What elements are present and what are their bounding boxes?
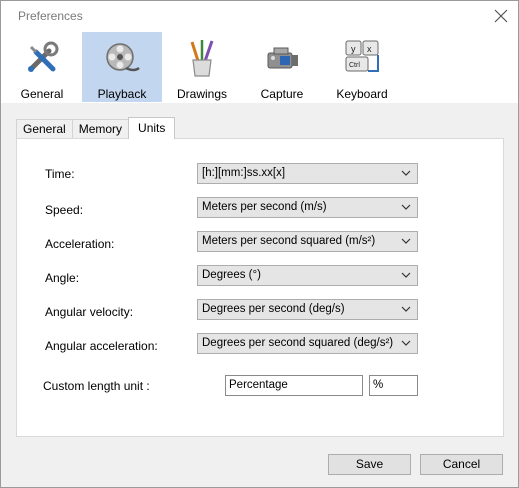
toolbar-item-capture[interactable]: Capture bbox=[242, 32, 322, 102]
preferences-toolbar: General Playback Drawings Capture y x Ct… bbox=[1, 31, 518, 103]
speed-unit-select[interactable]: Meters per second (m/s) bbox=[197, 197, 418, 218]
toolbar-label: Drawings bbox=[176, 87, 227, 101]
acceleration-label: Acceleration: bbox=[45, 237, 115, 251]
angle-label: Angle: bbox=[45, 271, 80, 285]
film-reel-icon bbox=[106, 43, 140, 72]
tab-units[interactable]: Units bbox=[128, 117, 176, 139]
brushes-icon bbox=[190, 40, 214, 77]
angular-acceleration-label: Angular acceleration: bbox=[45, 339, 158, 353]
time-format-select[interactable]: [h:][mm:]ss.xx[x] bbox=[197, 163, 418, 184]
keyboard-keys-icon: y x Ctrl bbox=[345, 40, 379, 72]
angular-velocity-unit-select[interactable]: Degrees per second (deg/s) bbox=[197, 299, 418, 320]
toolbar-label: General bbox=[20, 87, 64, 101]
chevron-down-icon bbox=[401, 204, 411, 210]
tab-memory[interactable]: Memory bbox=[71, 119, 130, 139]
chevron-down-icon bbox=[401, 340, 411, 346]
custom-length-symbol-input[interactable]: % bbox=[369, 375, 418, 396]
tools-icon bbox=[28, 41, 59, 72]
toolbar-item-drawings[interactable]: Drawings bbox=[162, 32, 242, 102]
toolbar-label: Keyboard bbox=[336, 87, 388, 101]
close-icon[interactable] bbox=[490, 5, 512, 27]
toolbar-item-keyboard[interactable]: y x Ctrl Keyboard bbox=[322, 32, 402, 102]
time-format-value: [h:][mm:]ss.xx[x] bbox=[202, 167, 286, 179]
toolbar-label: Capture bbox=[260, 87, 304, 101]
units-panel: Time: [h:][mm:]ss.xx[x] Speed: Meters pe… bbox=[16, 138, 504, 437]
chevron-down-icon bbox=[401, 272, 411, 278]
window-title: Preferences bbox=[18, 9, 83, 23]
chevron-down-icon bbox=[401, 170, 411, 176]
angular-acceleration-unit-select[interactable]: Degrees per second squared (deg/s²) bbox=[197, 333, 418, 354]
custom-length-name-input[interactable]: Percentage bbox=[225, 375, 363, 396]
speed-label: Speed: bbox=[45, 203, 84, 217]
angular-velocity-label: Angular velocity: bbox=[45, 305, 134, 319]
preferences-window: Preferences General Playback Drawings Ca… bbox=[0, 0, 519, 488]
toolbar-item-playback[interactable]: Playback bbox=[82, 32, 162, 102]
toolbar-item-general[interactable]: General bbox=[2, 32, 82, 102]
cancel-button[interactable]: Cancel bbox=[420, 454, 503, 475]
angular-acceleration-unit-value: Degrees per second squared (deg/s²) bbox=[202, 337, 394, 349]
chevron-down-icon bbox=[401, 238, 411, 244]
camera-icon bbox=[267, 47, 298, 69]
acceleration-unit-select[interactable]: Meters per second squared (m/s²) bbox=[197, 231, 418, 252]
angle-unit-select[interactable]: Degrees (°) bbox=[197, 265, 418, 286]
chevron-down-icon bbox=[401, 306, 411, 312]
angular-velocity-unit-value: Degrees per second (deg/s) bbox=[202, 303, 345, 315]
svg-text:y: y bbox=[351, 44, 356, 54]
svg-text:x: x bbox=[367, 44, 372, 54]
title-bar: Preferences bbox=[1, 1, 518, 31]
tab-general[interactable]: General bbox=[16, 119, 73, 139]
acceleration-unit-value: Meters per second squared (m/s²) bbox=[202, 235, 376, 247]
time-label: Time: bbox=[45, 167, 75, 181]
custom-length-unit-label: Custom length unit : bbox=[43, 379, 150, 393]
save-button[interactable]: Save bbox=[328, 454, 411, 475]
tab-strip: General Memory Units bbox=[16, 117, 176, 139]
speed-unit-value: Meters per second (m/s) bbox=[202, 201, 327, 213]
angle-unit-value: Degrees (°) bbox=[202, 269, 261, 281]
toolbar-label: Playback bbox=[97, 87, 147, 101]
svg-text:Ctrl: Ctrl bbox=[349, 62, 360, 69]
